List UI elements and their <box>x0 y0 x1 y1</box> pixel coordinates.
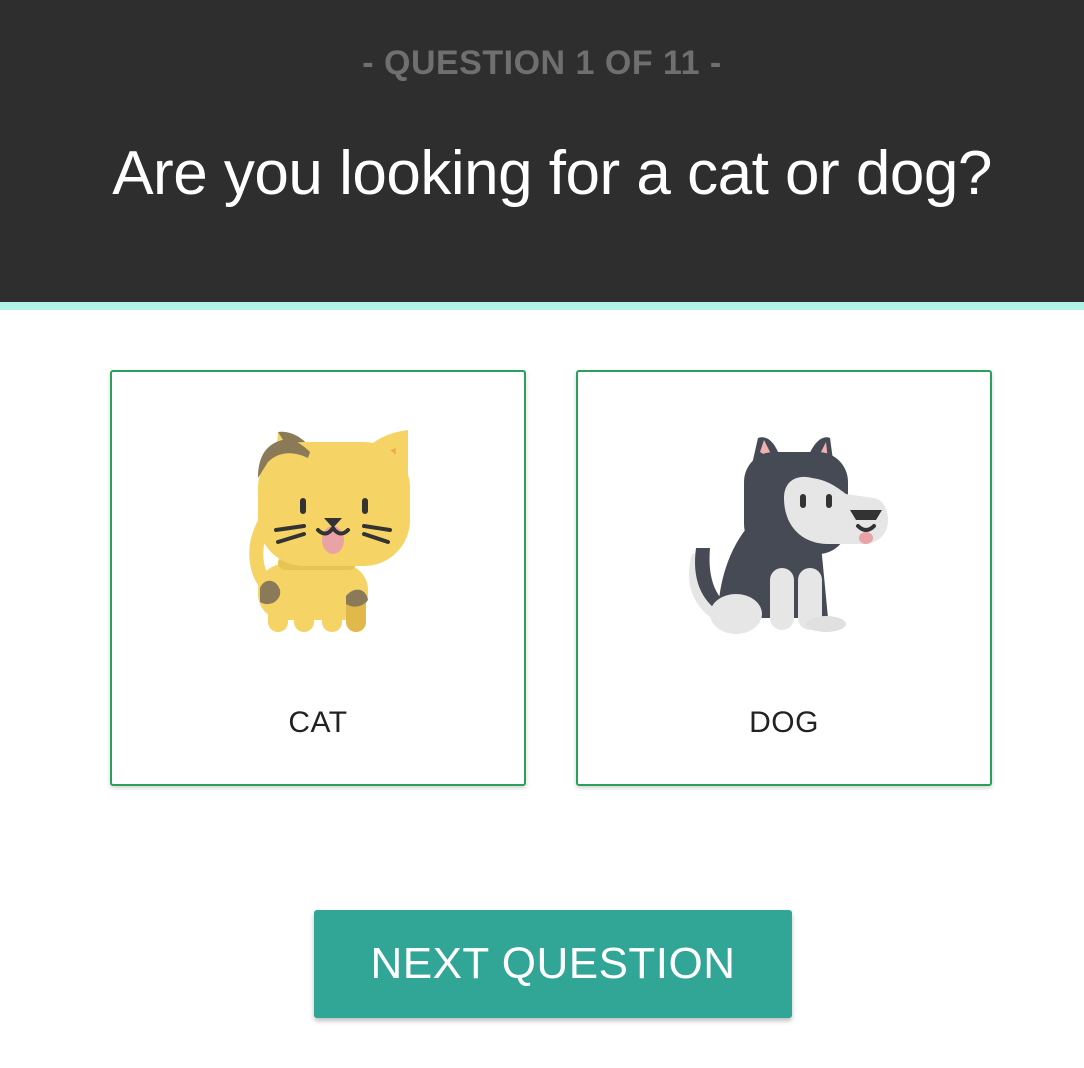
option-label-cat: CAT <box>288 706 348 739</box>
option-card-dog[interactable]: DOG <box>576 370 992 786</box>
cat-icon <box>249 430 410 632</box>
question-header: - QUESTION 1 OF 11 - Are you looking for… <box>0 0 1084 310</box>
option-card-cat[interactable]: CAT <box>110 370 526 786</box>
option-label-dog: DOG <box>749 706 819 739</box>
dog-icon <box>689 437 888 634</box>
question-title: Are you looking for a cat or dog? <box>112 139 992 208</box>
next-question-button[interactable]: NEXT QUESTION <box>314 910 792 1018</box>
question-counter: - QUESTION 1 OF 11 - <box>362 44 722 82</box>
